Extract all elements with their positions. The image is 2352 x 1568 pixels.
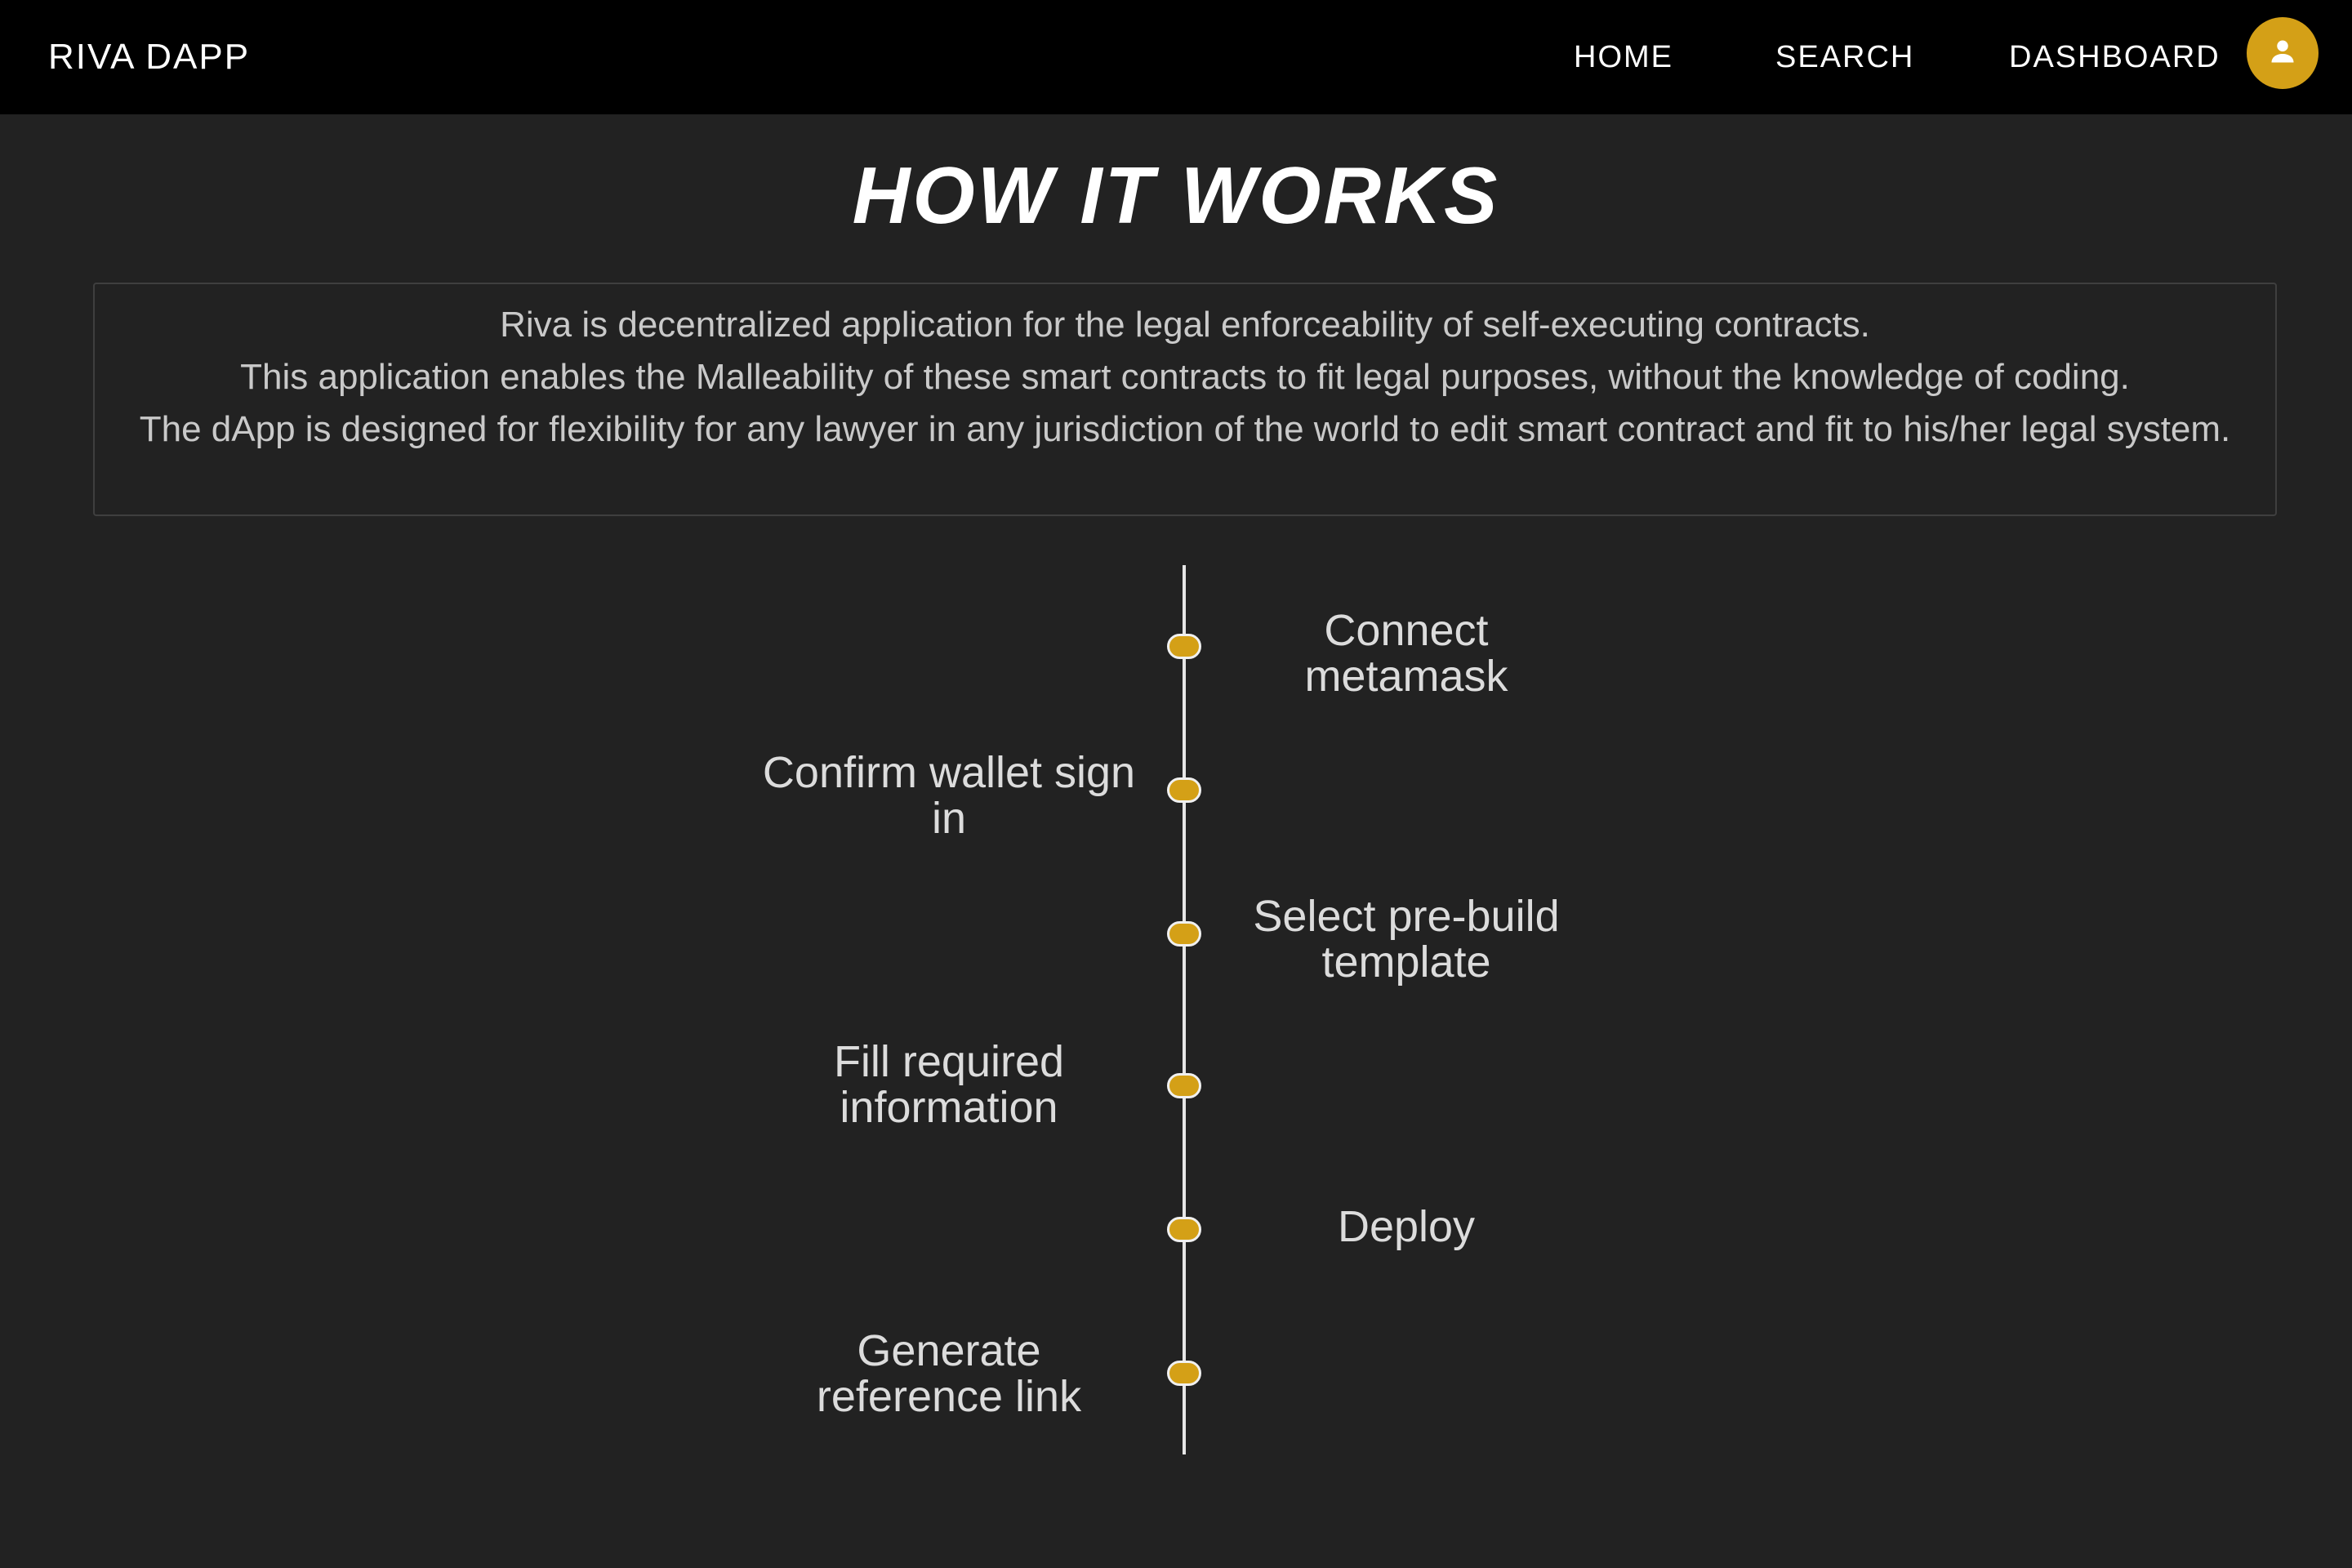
app-bar: RIVA DAPP HOME SEARCH DASHBOARD — [0, 0, 2352, 114]
timeline-step-3: Select pre-build template — [1253, 892, 1560, 987]
person-icon — [2268, 37, 2297, 70]
timeline-dot-3 — [1167, 921, 1201, 947]
page-title: HOW IT WORKS — [852, 150, 1500, 240]
description-line-3: The dApp is designed for flexibility for… — [139, 409, 2231, 449]
timeline-dot-6 — [1167, 1361, 1201, 1386]
account-avatar-button[interactable] — [2247, 17, 2319, 89]
nav-search-link[interactable]: SEARCH — [1775, 0, 1914, 114]
nav-dashboard-link[interactable]: DASHBOARD — [2009, 0, 2221, 114]
description-line-1: Riva is decentralized application for th… — [500, 305, 1870, 345]
nav-home-link[interactable]: HOME — [1574, 0, 1673, 114]
timeline-step-4: Fill required information — [833, 1037, 1065, 1132]
timeline-step-1: Connect metamask — [1304, 606, 1508, 701]
timeline-step-6: Generate reference link — [816, 1326, 1082, 1421]
timeline-dot-4 — [1167, 1073, 1201, 1098]
timeline-dot-1 — [1167, 634, 1201, 659]
timeline-dot-5 — [1167, 1217, 1201, 1242]
timeline-step-5: Deploy — [1337, 1202, 1476, 1251]
timeline-dot-2 — [1167, 777, 1201, 803]
timeline-axis — [1183, 565, 1186, 1454]
description-box: Riva is decentralized application for th… — [93, 283, 2277, 516]
timeline-step-2: Confirm wallet sign in — [762, 748, 1136, 843]
brand-logo[interactable]: RIVA DAPP — [48, 0, 250, 114]
description-line-2: This application enables the Malleabilit… — [240, 357, 2130, 397]
